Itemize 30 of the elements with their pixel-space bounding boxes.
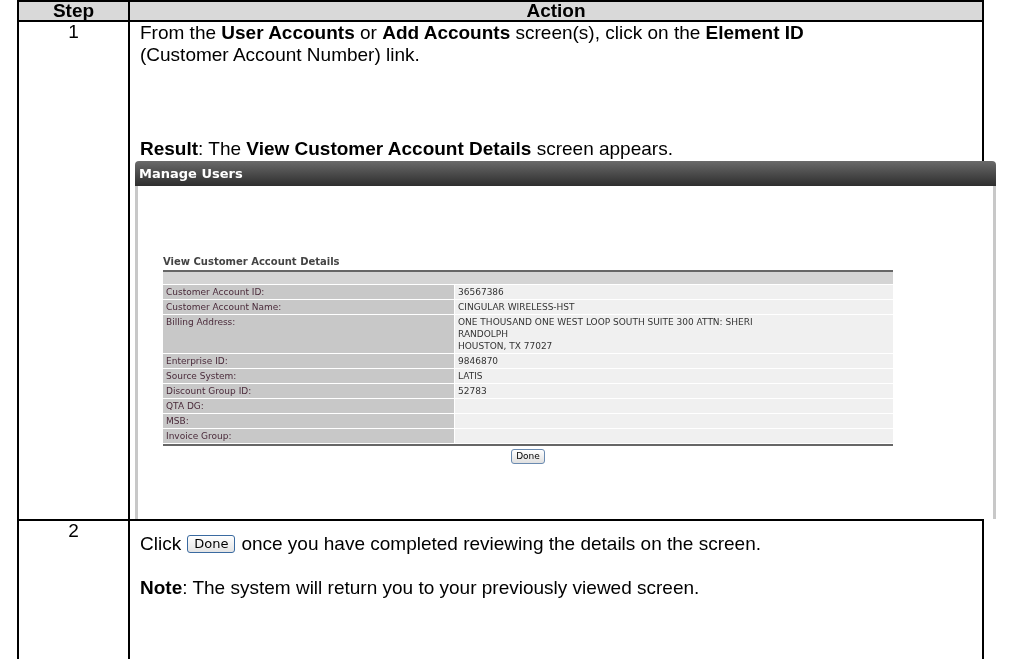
field-label: Customer Account Name: xyxy=(163,300,455,314)
column-header: Action xyxy=(525,2,587,20)
done-button[interactable]: Done xyxy=(511,449,545,464)
field-label: Billing Address: xyxy=(163,315,455,353)
field-label: Discount Group ID: xyxy=(163,384,455,398)
window-title-bar: Manage Users xyxy=(135,161,996,186)
instruction-text: From the User Accounts or Add Accounts screen(s), click on the Element ID (Customer Account Number) link. xyxy=(140,22,805,66)
field-label: Customer Account ID: xyxy=(163,285,455,299)
section-heading: View Customer Account Details xyxy=(163,256,341,269)
field-value: 9846870 xyxy=(458,355,500,367)
field-value: CINGULAR WIRELESS-HST xyxy=(458,301,576,313)
field-value: 52783 xyxy=(458,385,488,397)
field-label: Invoice Group: xyxy=(163,429,455,443)
field-value: ONE THOUSAND ONE WEST LOOP SOUTH SUITE 300 ATTN: SHERI xyxy=(458,316,754,328)
note-text: Note: The system will return you to your previously viewed screen. xyxy=(140,577,701,599)
step-number: 1 xyxy=(19,22,130,519)
column-header: Step xyxy=(19,2,130,20)
instruction-text: Click xyxy=(140,533,182,554)
instruction-text: once you have completed reviewing the details on the screen. xyxy=(241,533,762,554)
field-value: RANDOLPH xyxy=(458,328,509,340)
field-label: Enterprise ID: xyxy=(163,354,455,368)
field-label: Source System: xyxy=(163,369,455,383)
done-button-image: Done xyxy=(187,535,236,553)
step-number: 2 xyxy=(19,521,130,659)
field-label: QTA DG: xyxy=(163,399,455,413)
field-value: 36567386 xyxy=(458,286,505,298)
field-value: HOUSTON, TX 77027 xyxy=(458,340,554,352)
field-label: MSB: xyxy=(163,414,455,428)
result-text: Result: The View Customer Account Details screen appears. xyxy=(140,138,674,160)
field-value: LATIS xyxy=(458,370,484,382)
